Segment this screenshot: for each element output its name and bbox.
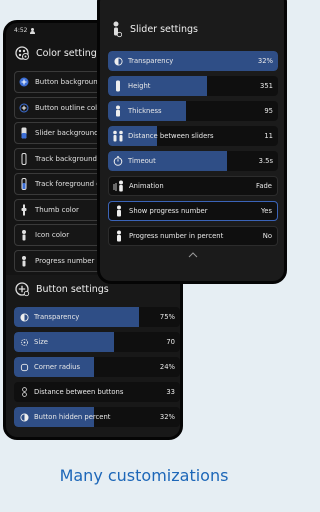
slider-fill [108, 151, 227, 171]
slider-value: 75% [159, 313, 175, 321]
distance-between-buttons-slider[interactable]: Distance between buttons 33 [14, 382, 180, 402]
slider-settings-header: Slider settings [108, 21, 198, 38]
button-settings-panel: Button settings Transparency 75% Size 70… [6, 275, 180, 437]
chevron-up-icon[interactable] [188, 252, 198, 258]
option-value: Yes [261, 207, 272, 215]
slider-label: Corner radius [34, 363, 81, 371]
slider-label: Size [34, 338, 48, 346]
height-icon [112, 80, 124, 92]
slider-transparency-slider[interactable]: Transparency 32% [108, 51, 278, 71]
slider-label: Distance between buttons [34, 388, 124, 396]
status-time: 4:52 [14, 27, 28, 34]
slider-settings-icon [108, 21, 124, 38]
color-item-label: Icon color [35, 231, 70, 239]
slider-label: Timeout [128, 157, 156, 165]
button-settings-title: Button settings [36, 283, 109, 295]
track-icon [19, 152, 29, 165]
slider-label: Height [128, 82, 151, 90]
slider-value: 3.5s [258, 157, 273, 165]
option-label: Progress number in percent [129, 232, 224, 240]
slider-label: Transparency [34, 313, 80, 321]
two-sliders-icon [112, 130, 124, 142]
circle-plus-settings-icon [14, 281, 30, 297]
half-circle-icon [18, 312, 30, 322]
slider-value: 33 [166, 388, 175, 396]
thickness-icon [112, 105, 124, 117]
option-label: Animation [129, 182, 164, 190]
color-item-label: Thumb color [35, 205, 79, 214]
slider-label: Thickness [128, 107, 162, 115]
timer-icon [112, 156, 124, 166]
slider-label: Button hidden percent [34, 413, 111, 421]
color-settings-header: Color settings [14, 45, 102, 61]
account-icon [30, 27, 36, 34]
button-transparency-slider[interactable]: Transparency 75% [14, 307, 180, 327]
button-size-slider[interactable]: Size 70 [14, 332, 180, 352]
color-item-label: Button outline color [35, 103, 105, 112]
right-phone-screen: Slider settings Transparency 32% Height … [97, 0, 287, 284]
animation-icon [113, 180, 125, 192]
circle-plus-outline-icon [19, 102, 29, 114]
slider-value: 351 [260, 82, 273, 90]
progress-number-icon [113, 205, 125, 217]
slider-value: 32% [159, 413, 175, 421]
number-icon [19, 255, 29, 267]
size-icon [18, 338, 30, 347]
half-circle-icon [112, 56, 124, 66]
status-bar: 4:52 [14, 27, 36, 34]
slider-height-slider[interactable]: Height 351 [108, 76, 278, 96]
slider-label: Distance between sliders [128, 132, 214, 140]
hidden-button-icon [18, 412, 30, 422]
slider-value: 70 [166, 338, 175, 346]
slider-thickness-slider[interactable]: Thickness 95 [108, 101, 278, 121]
option-value: Fade [256, 182, 272, 190]
slider-value: 32% [257, 57, 273, 65]
distance-between-sliders-slider[interactable]: Distance between sliders 11 [108, 126, 278, 146]
palette-settings-icon [14, 45, 30, 61]
thumb-icon [19, 204, 29, 216]
slider-icon [19, 127, 29, 139]
slider-value: 95 [264, 107, 273, 115]
slider-label: Transparency [128, 57, 174, 65]
option-value: No [262, 232, 272, 240]
color-settings-title: Color settings [36, 47, 102, 59]
percent-number-icon [113, 230, 125, 242]
slider-value: 24% [159, 363, 175, 371]
show-progress-number-option[interactable]: Show progress number Yes [108, 201, 278, 221]
progress-number-in-percent-option[interactable]: Progress number in percent No [108, 226, 278, 246]
slider-value: 11 [264, 132, 273, 140]
timeout-slider[interactable]: Timeout 3.5s [108, 151, 278, 171]
animation-option[interactable]: Animation Fade [108, 176, 278, 196]
distance-icon [18, 387, 30, 397]
slider-settings-title: Slider settings [130, 23, 198, 35]
option-label: Show progress number [129, 207, 208, 215]
corner-radius-slider[interactable]: Corner radius 24% [14, 357, 180, 377]
button-hidden-percent-slider[interactable]: Button hidden percent 32% [14, 407, 180, 427]
circle-plus-filled-icon [19, 76, 29, 88]
track-fg-icon [19, 178, 29, 190]
button-settings-header: Button settings [14, 281, 109, 297]
corner-radius-icon [18, 363, 30, 372]
promo-caption: Many customizations [59, 466, 229, 485]
icon-color-icon [19, 229, 29, 241]
